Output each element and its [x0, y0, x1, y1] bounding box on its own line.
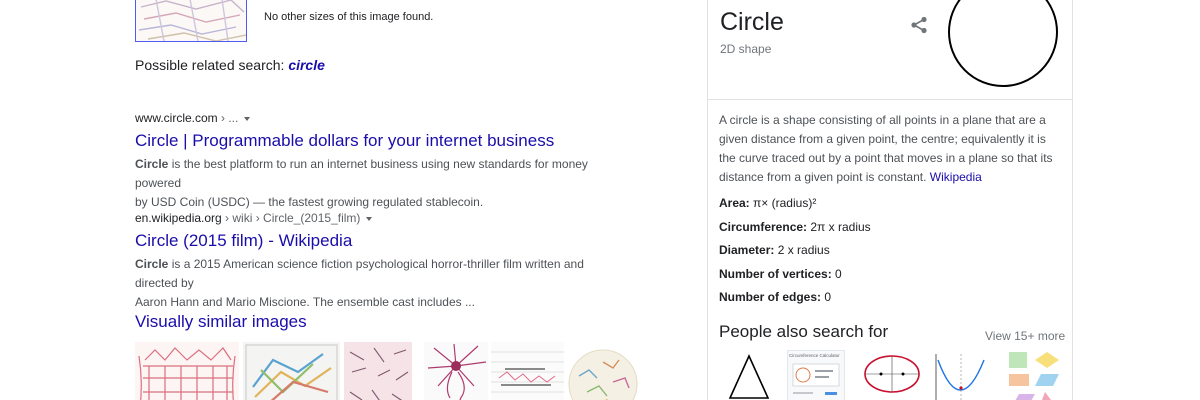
- result-snippet: Circle is a 2015 American science fictio…: [135, 255, 615, 312]
- search-result: www.circle.com › ... Circle | Programmab…: [135, 111, 615, 212]
- fact-value: 0: [821, 290, 832, 304]
- knowledge-panel-title: Circle: [720, 8, 784, 36]
- fact-value: 2 x radius: [774, 243, 830, 257]
- fact-value: 2π x radius: [807, 219, 871, 234]
- knowledge-panel-subtitle: 2D shape: [720, 42, 772, 56]
- visually-similar-images-link[interactable]: Visually similar images: [135, 312, 307, 332]
- snippet-line1: is a 2015 American science fiction psych…: [135, 257, 584, 290]
- result-snippet: Circle is the best platform to run an in…: [135, 155, 615, 212]
- similar-image-thumbnail[interactable]: [424, 342, 488, 400]
- snippet-line1: is the best platform to run an internet …: [135, 157, 588, 190]
- description-text: A circle is a shape consisting of all po…: [719, 113, 1053, 184]
- similar-image-thumbnail[interactable]: [344, 342, 412, 400]
- related-thumbnail-triangle[interactable]: [720, 350, 778, 400]
- snippet-line2: by USD Coin (USDC) — the fastest growing…: [135, 195, 484, 209]
- fact-value: 0: [831, 266, 842, 281]
- snippet-line2: Aaron Hann and Mario Miscione. The ensem…: [135, 295, 475, 309]
- view-more-link[interactable]: View 15+ more: [985, 329, 1065, 343]
- knowledge-panel-description: A circle is a shape consisting of all po…: [719, 111, 1061, 187]
- result-domain: en.wikipedia.org: [135, 211, 222, 225]
- fact-diameter: Diameter: 2 x radius: [719, 239, 1059, 263]
- share-icon[interactable]: [910, 16, 928, 39]
- fact-label[interactable]: Circumference:: [719, 220, 807, 234]
- wikipedia-link[interactable]: Wikipedia: [930, 170, 982, 184]
- result-title-link[interactable]: Circle (2015 film) - Wikipedia: [135, 231, 615, 251]
- result-url[interactable]: www.circle.com › ...: [135, 111, 615, 125]
- related-thumbnail-ellipse[interactable]: [863, 350, 921, 400]
- fact-label[interactable]: Number of vertices:: [719, 267, 832, 281]
- similar-image-thumbnail[interactable]: [135, 342, 239, 400]
- similar-image-thumbnail[interactable]: [243, 342, 340, 400]
- fact-vertices: Number of vertices: 0: [719, 263, 1059, 287]
- fact-label[interactable]: Number of edges:: [719, 290, 821, 304]
- caret-down-icon[interactable]: [244, 116, 251, 121]
- fact-label[interactable]: Area:: [719, 196, 750, 210]
- result-domain: www.circle.com: [135, 111, 218, 125]
- related-thumbnail-parabola[interactable]: [930, 350, 988, 400]
- search-result: en.wikipedia.org › wiki › Circle_(2015_f…: [135, 211, 615, 312]
- people-also-search-title: People also search for: [719, 322, 889, 341]
- caret-down-icon[interactable]: [366, 216, 373, 221]
- knowledge-panel-facts: Area: π× (radius)² Circumference: 2π x r…: [719, 192, 1059, 310]
- related-search-prefix: Possible related search:: [135, 57, 289, 73]
- fact-area: Area: π× (radius)²: [719, 192, 1059, 216]
- similar-image-thumbnail[interactable]: [491, 342, 564, 400]
- result-title-link[interactable]: Circle | Programmable dollars for your i…: [135, 131, 615, 151]
- snippet-bold-term: Circle: [135, 157, 169, 171]
- similar-image-thumbnail[interactable]: [567, 342, 639, 400]
- related-thumbnail-shapes[interactable]: [1005, 350, 1063, 400]
- circle-image[interactable]: [940, 0, 1066, 101]
- snippet-bold-term: Circle: [135, 257, 169, 271]
- fact-circumference: Circumference: 2π x radius: [719, 216, 1059, 240]
- result-path: › wiki › Circle_(2015_film): [221, 211, 361, 225]
- related-search-link[interactable]: circle: [288, 57, 325, 73]
- fact-value: π× (radius)²: [749, 196, 817, 210]
- query-image-thumbnail[interactable]: [135, 0, 247, 42]
- possible-related-search: Possible related search: circle: [135, 57, 325, 73]
- result-url[interactable]: en.wikipedia.org › wiki › Circle_(2015_f…: [135, 211, 615, 225]
- related-thumbnail-circumference[interactable]: Circumference Calculator: [787, 350, 845, 400]
- fact-label[interactable]: Diameter:: [719, 243, 774, 257]
- fact-edges: Number of edges: 0: [719, 286, 1059, 310]
- result-path: › ...: [217, 111, 239, 125]
- no-other-sizes-text: No other sizes of this image found.: [264, 11, 434, 23]
